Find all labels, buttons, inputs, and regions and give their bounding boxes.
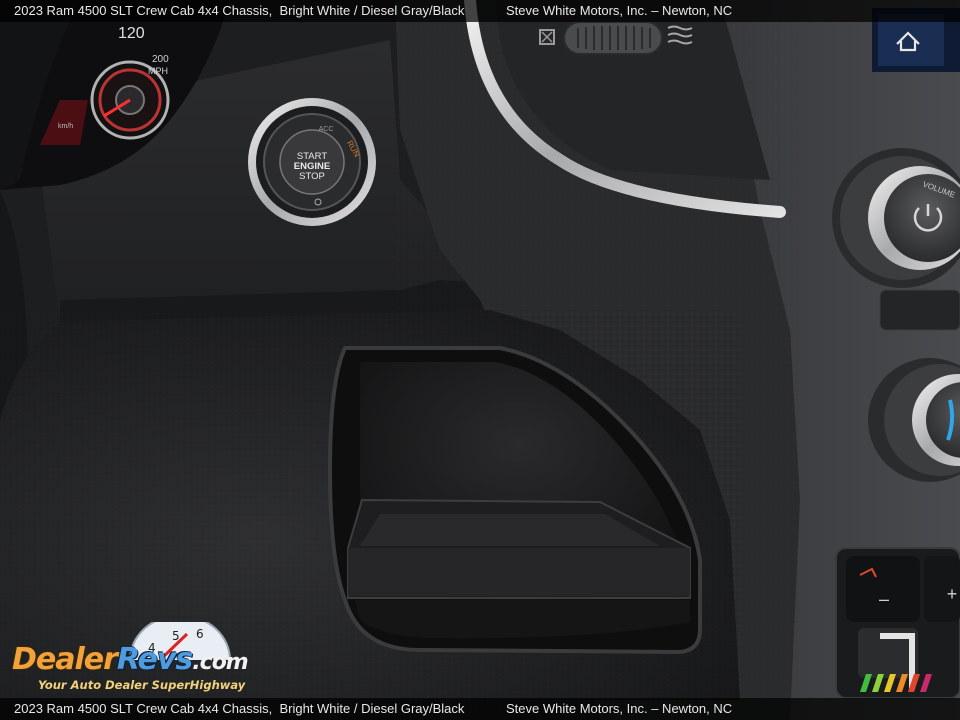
logo-dial-5: 5 [172,629,180,643]
caption-vehicle-text-bottom: 2023 Ram 4500 SLT Crew Cab 4x4 Chassis, [14,701,273,716]
caption-bottom-vehicle: 2023 Ram 4500 SLT Crew Cab 4x4 Chassis, … [14,698,464,720]
logo-part-dealer: Dealer [12,642,118,677]
dealerrevs-logo: 4 5 6 DealerRevs.com Your Auto Dealer Su… [12,622,268,694]
speed-label-120: 120 [118,25,145,42]
stripes-watermark-icon [860,674,932,692]
caption-dealer-text-bottom: Steve White Motors, Inc. – Newton, NC [506,701,733,716]
logo-part-revs: Revs [116,642,193,677]
caption-dealer-text: Steve White Motors, Inc. – Newton, NC [506,3,733,18]
logo-tagline: Your Auto Dealer SuperHighway [38,678,246,692]
caption-bar-bottom: 2023 Ram 4500 SLT Crew Cab 4x4 Chassis, … [0,698,960,720]
photo-stage: 120 200 MPH 50 40 km/h START ENGINE STOP… [0,0,960,720]
logo-wordmark: DealerRevs.com [12,642,249,677]
caption-bar-top: 2023 Ram 4500 SLT Crew Cab 4x4 Chassis, … [0,0,960,22]
minus-icon[interactable]: – [879,589,889,609]
speed-unit-kmh: km/h [58,123,73,130]
control-button-strip[interactable] [879,289,960,331]
stop-label: STOP [299,171,325,182]
speed-label-200: 200 [152,54,169,65]
logo-dial-6: 6 [196,627,204,641]
plus-icon[interactable]: + [947,584,958,604]
caption-vehicle-text: 2023 Ram 4500 SLT Crew Cab 4x4 Chassis, [14,3,273,18]
dashboard-photo: 120 200 MPH 50 40 km/h START ENGINE STOP… [0,0,960,720]
caption-color-text: Bright White / Diesel Gray/Black [279,3,465,18]
acc-label: ACC [319,126,334,133]
caption-color-text-bottom: Bright White / Diesel Gray/Black [279,701,465,716]
logo-part-com: .com [192,650,248,675]
caption-top-vehicle: 2023 Ram 4500 SLT Crew Cab 4x4 Chassis, … [14,0,464,22]
start-stop-button[interactable]: START ENGINE STOP ACC RUN [248,98,376,226]
speed-unit: MPH [148,66,168,76]
